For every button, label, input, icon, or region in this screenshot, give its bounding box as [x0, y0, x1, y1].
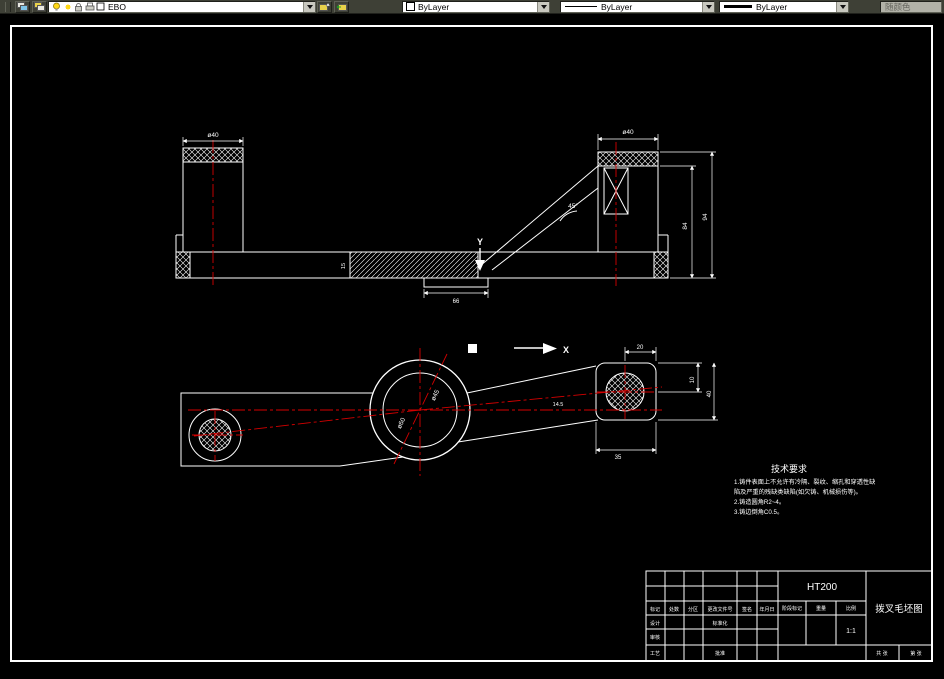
- dim-hub-inner-dia: ø45: [430, 388, 441, 401]
- chevron-down-icon: [540, 4, 547, 9]
- label-stage-mark: 阶段标记: [782, 605, 802, 612]
- label-sheet-no: 第 张: [910, 650, 921, 657]
- application-window: EBO ByLayer ByLayer ByLayer 随颜色 ø40 ø40 …: [0, 0, 944, 679]
- layer-dropdown-arrow[interactable]: [303, 1, 315, 12]
- layer-previous-icon: [336, 3, 347, 11]
- layer-previous-button[interactable]: [334, 0, 349, 13]
- lineweight-combo[interactable]: ByLayer: [719, 0, 849, 13]
- dim-arm-offset: 14.5: [553, 402, 564, 408]
- label-standardization: 标准化: [712, 620, 727, 627]
- label-design: 设计: [650, 620, 660, 627]
- layer-plot-icon[interactable]: [84, 2, 95, 12]
- linetype-combo[interactable]: ByLayer: [560, 0, 715, 13]
- label-count: 处数: [669, 606, 679, 613]
- dim-lobe-height: 40: [707, 390, 713, 397]
- drawing-canvas[interactable]: ø40 ø40 45° 94 84 15 66 Y 20 10 40 35 14…: [0, 14, 944, 679]
- material-value: HT200: [807, 582, 837, 593]
- label-mark: 标记: [650, 606, 660, 613]
- dim-lobe-width: 35: [615, 455, 622, 461]
- dim-base-band: 15: [341, 263, 347, 269]
- dim-overall-height: 94: [702, 213, 709, 221]
- drawing-frame: [10, 25, 933, 662]
- dim-top-left-dia: ø40: [207, 132, 219, 139]
- layer-states-icon: [33, 1, 45, 11]
- lineweight-preview: [724, 5, 752, 8]
- layer-states-button[interactable]: [32, 0, 47, 13]
- layers-icon: [16, 1, 28, 11]
- label-zone: 分区: [688, 606, 698, 613]
- label-signature: 签名: [742, 606, 752, 613]
- chevron-down-icon: [306, 4, 313, 9]
- drawing-area[interactable]: ø40 ø40 45° 94 84 15 66 Y 20 10 40 35 14…: [0, 14, 944, 679]
- scale-value: 1:1: [846, 628, 856, 635]
- dim-angle: 45°: [568, 202, 578, 210]
- title-block: [645, 570, 933, 662]
- chevron-down-icon: [839, 4, 846, 9]
- tech-requirements-line: 2.铸造圆角R2~4。: [734, 498, 785, 506]
- plot-style-combo: 随颜色: [880, 0, 942, 13]
- color-combo[interactable]: ByLayer: [402, 0, 550, 13]
- label-weight: 重量: [816, 605, 826, 612]
- layer-combo[interactable]: EBO: [48, 0, 316, 13]
- label-process: 工艺: [650, 651, 660, 657]
- linetype-preview: [565, 6, 597, 7]
- lineweight-dropdown-arrow[interactable]: [836, 1, 848, 12]
- layer-lock-icon[interactable]: [73, 2, 84, 12]
- label-review: 审核: [650, 634, 660, 641]
- label-date: 年月日: [759, 606, 774, 613]
- chevron-down-icon: [705, 4, 712, 9]
- color-value: ByLayer: [418, 1, 450, 12]
- bottom-view-texts: 20 10 40 35 14.5 ø60 ø45 X: [396, 345, 713, 461]
- dim-hub-outer-dia: ø60: [396, 416, 407, 429]
- title-block-texts: HT200 拨叉毛坯图 1:1 标记 处数 分区 更改文件号 签名 年月日 设计…: [650, 582, 923, 657]
- toolbar-grip[interactable]: [5, 1, 11, 12]
- layer-name: EBO: [108, 1, 126, 12]
- label-approve: 批准: [715, 650, 725, 657]
- tech-requirements-line: 1.铸件表面上不允许有冷隔、裂纹、缩孔和穿透性缺: [734, 478, 875, 486]
- lineweight-value: ByLayer: [756, 1, 788, 12]
- tech-requirements-title: 技术要求: [771, 463, 807, 474]
- linetype-value: ByLayer: [601, 1, 633, 12]
- label-change-file-no: 更改文件号: [707, 606, 732, 613]
- layer-properties-manager-button[interactable]: [15, 0, 30, 13]
- label-scale: 比例: [846, 605, 856, 612]
- dim-lobe-offset: 20: [637, 345, 644, 351]
- make-layer-current-icon: [318, 2, 330, 11]
- tech-requirements-line: 陷及严重的残缺类缺陷(如欠铸、机械损伤等)。: [734, 488, 862, 496]
- toolbar: EBO ByLayer ByLayer ByLayer 随颜色: [0, 0, 944, 14]
- dim-inner-height: 84: [682, 222, 689, 230]
- tech-requirements: 技术要求 1.铸件表面上不允许有冷隔、裂纹、缩孔和穿透性缺 陷及严重的残缺类缺陷…: [734, 463, 875, 516]
- dim-boss-width: 66: [453, 299, 460, 305]
- dim-lobe-top: 10: [690, 376, 696, 383]
- plot-style-value: 随颜色: [885, 1, 911, 12]
- color-swatch: [406, 2, 415, 11]
- drawing-title: 拨叉毛坯图: [875, 603, 923, 615]
- make-object-layer-current-button[interactable]: [317, 0, 332, 13]
- linetype-dropdown-arrow[interactable]: [702, 1, 714, 12]
- color-dropdown-arrow[interactable]: [537, 1, 549, 12]
- dim-top-right-dia: ø40: [622, 129, 634, 136]
- layer-color-swatch: [95, 2, 106, 11]
- layer-on-off-icon[interactable]: [51, 2, 62, 12]
- layer-freeze-icon[interactable]: [62, 2, 73, 12]
- tech-requirements-line: 3.铸边倒角C0.5。: [734, 508, 783, 516]
- section-label-x: X: [563, 345, 569, 355]
- top-view: [175, 147, 669, 288]
- section-arrow-x: [468, 343, 557, 354]
- label-sheets-total: 共 张: [876, 650, 887, 657]
- section-label-y: Y: [477, 237, 483, 247]
